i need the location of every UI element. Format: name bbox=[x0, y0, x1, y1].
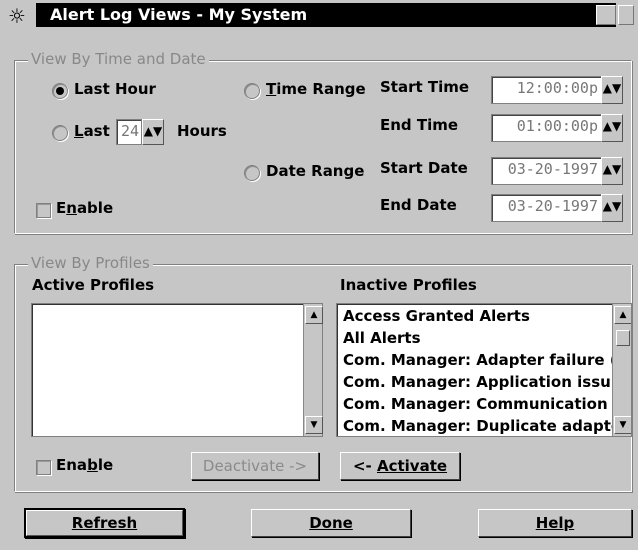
done-button[interactable]: Done bbox=[251, 509, 411, 537]
active-profiles-scrollbar[interactable]: ▲ ▼ bbox=[303, 304, 323, 436]
inactive-profiles-list[interactable]: Access Granted Alerts All Alerts Com. Ma… bbox=[336, 303, 632, 437]
start-time-field[interactable]: 12:00:00p bbox=[491, 76, 603, 104]
end-date-spin-button[interactable]: ▲▼ bbox=[601, 194, 623, 222]
active-profiles-label: Active Profiles bbox=[32, 276, 155, 294]
time-range-label: Time Range bbox=[266, 80, 366, 98]
last-n-hours-label: Last bbox=[74, 122, 110, 140]
list-item[interactable]: Com. Manager: Application issu bbox=[343, 373, 611, 391]
deactivate-button[interactable]: Deactivate -> bbox=[191, 452, 319, 480]
hours-label: Hours bbox=[177, 122, 227, 140]
start-date-spin-button[interactable]: ▲▼ bbox=[601, 157, 623, 185]
start-time-spin-button[interactable]: ▲▼ bbox=[601, 76, 623, 104]
profiles-enable-label: Enable bbox=[56, 456, 114, 474]
scroll-up-icon[interactable]: ▲ bbox=[614, 306, 631, 324]
restore-icon[interactable] bbox=[618, 5, 634, 25]
last-hour-label: Last Hour bbox=[74, 80, 156, 98]
inactive-profiles-scrollbar[interactable]: ▲ ▼ bbox=[612, 304, 631, 436]
time-enable-checkbox[interactable] bbox=[36, 203, 51, 218]
profiles-group-title: View By Profiles bbox=[28, 254, 153, 272]
active-profiles-list[interactable]: ▲ ▼ bbox=[31, 303, 323, 437]
start-date-field[interactable]: 03-20-1997 bbox=[491, 157, 603, 185]
time-range-radio[interactable] bbox=[244, 83, 260, 99]
list-item[interactable]: Access Granted Alerts bbox=[343, 307, 530, 325]
end-time-spin-button[interactable]: ▲▼ bbox=[601, 114, 623, 142]
refresh-button[interactable]: Refresh bbox=[24, 508, 185, 538]
list-item[interactable]: All Alerts bbox=[343, 329, 421, 347]
date-range-radio[interactable] bbox=[244, 165, 260, 181]
activate-button[interactable]: <- Activate bbox=[340, 452, 460, 480]
time-date-group-title: View By Time and Date bbox=[28, 50, 209, 68]
start-time-label: Start Time bbox=[380, 78, 470, 96]
scroll-thumb[interactable] bbox=[616, 330, 630, 346]
system-menu-icon[interactable]: ☼ bbox=[6, 5, 28, 27]
end-time-label: End Time bbox=[380, 116, 459, 134]
hours-input[interactable]: 24 bbox=[116, 119, 142, 145]
time-enable-label: Enable bbox=[56, 199, 114, 217]
list-item[interactable]: Com. Manager: Communication l bbox=[343, 395, 618, 413]
list-item[interactable]: Com. Manager: Adapter failure ( bbox=[343, 351, 617, 369]
list-item[interactable]: Com. Manager: Duplicate adapte bbox=[343, 417, 621, 435]
profiles-enable-checkbox[interactable] bbox=[36, 460, 51, 475]
scroll-down-icon[interactable]: ▼ bbox=[614, 416, 631, 434]
end-date-label: End Date bbox=[380, 196, 457, 214]
help-button[interactable]: Help bbox=[478, 509, 632, 537]
window-title: Alert Log Views - My System bbox=[50, 5, 308, 24]
end-date-field[interactable]: 03-20-1997 bbox=[491, 194, 603, 222]
inactive-profiles-label: Inactive Profiles bbox=[340, 276, 477, 294]
date-range-label: Date Range bbox=[266, 162, 365, 180]
minimize-icon[interactable] bbox=[596, 5, 616, 25]
hours-spin-button[interactable]: ▲▼ bbox=[142, 119, 164, 145]
end-time-field[interactable]: 01:00:00p bbox=[491, 114, 603, 142]
scroll-up-icon[interactable]: ▲ bbox=[305, 306, 323, 324]
start-date-label: Start Date bbox=[380, 159, 468, 177]
last-n-hours-radio[interactable] bbox=[52, 125, 68, 141]
last-hour-radio[interactable] bbox=[52, 83, 68, 99]
scroll-down-icon[interactable]: ▼ bbox=[305, 416, 323, 434]
